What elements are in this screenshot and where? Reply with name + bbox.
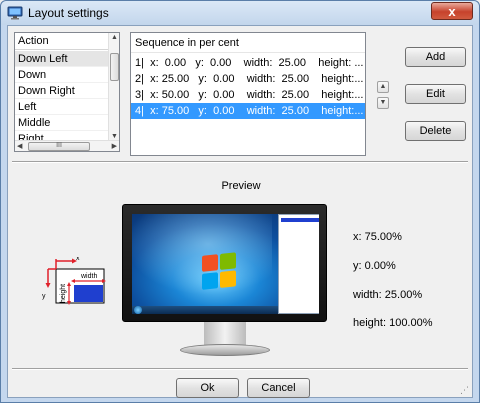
scroll-thumb[interactable]: III [28,142,90,151]
chevron-down-icon[interactable]: ▼ [111,133,118,140]
title-bar: Layout settings x [1,1,479,25]
list-item[interactable]: Left [15,99,110,115]
close-icon: x [448,3,456,19]
chevron-up-icon: ▲ [379,83,387,90]
action-items: Down Left Down Down Right Left Middle Ri… [15,51,110,147]
sequence-list-header: Sequence in per cent [131,33,365,53]
monitor-stand [180,344,270,356]
divider [12,161,468,163]
list-item[interactable]: Down Right [15,83,110,99]
legend-width-label: width [80,273,97,280]
action-list-vertical-scrollbar[interactable]: ▲ ▼ [108,33,119,141]
close-button[interactable]: x [431,2,473,20]
monitor-screen [132,214,319,314]
preview-x-value: x: 75.00% [353,231,402,243]
chevron-left-icon[interactable]: ◀ [17,142,22,150]
sequence-items: 1| x: 0.00 y: 0.00 width: 25.00 height: … [131,55,365,119]
legend-y-label: y [42,293,46,300]
monitor-preview [122,204,327,356]
edit-button[interactable]: Edit [405,84,466,104]
monitor-neck [204,322,246,346]
divider [12,368,468,370]
layout-preview-window [278,214,319,314]
window-app-icon [7,6,23,20]
preview-height-value: height: 100.00% [353,317,433,329]
chevron-right-icon[interactable]: ▶ [112,142,117,150]
list-item[interactable]: 3| x: 50.00 y: 0.00 width: 25.00 height:… [131,87,365,103]
list-item[interactable]: Down Left [15,51,110,67]
legend-x-label: x [76,257,80,262]
cancel-button[interactable]: Cancel [247,378,310,398]
preview-y-value: y: 0.00% [353,260,396,272]
layout-preview-title-bar [281,218,319,222]
add-button[interactable]: Add [405,47,466,67]
preview-label: Preview [221,180,261,192]
action-list-header[interactable]: Action [15,33,110,50]
window-title: Layout settings [28,6,109,20]
preview-width-value: width: 25.00% [353,289,423,301]
list-item[interactable]: 2| x: 25.00 y: 0.00 width: 25.00 height:… [131,71,365,87]
list-item[interactable]: Down [15,67,110,83]
list-item[interactable]: 1| x: 0.00 y: 0.00 width: 25.00 height: … [131,55,365,71]
layout-legend-icon: x y width height [42,257,106,305]
sequence-list[interactable]: Sequence in per cent 1| x: 0.00 y: 0.00 … [130,32,366,156]
resize-grip-icon[interactable]: ⋰ [460,385,470,395]
windows-logo-icon [202,252,238,292]
chevron-down-icon: ▼ [379,99,387,106]
action-list[interactable]: Action Down Left Down Down Right Left Mi… [14,32,120,152]
ok-button[interactable]: Ok [176,378,239,398]
chevron-up-icon[interactable]: ▲ [111,34,118,41]
dialog-body: Action Down Left Down Down Right Left Mi… [7,25,473,398]
scroll-thumb[interactable] [110,53,119,81]
layout-settings-window: Layout settings x Action Down Left Down … [0,0,480,403]
move-down-button[interactable]: ▼ [377,97,389,109]
legend-height-label: height [60,284,67,303]
list-item[interactable]: Middle [15,115,110,131]
monitor-bezel [122,204,327,322]
move-up-button[interactable]: ▲ [377,81,389,93]
action-list-horizontal-scrollbar[interactable]: ◀ III ▶ [15,140,119,151]
delete-button[interactable]: Delete [405,121,466,141]
list-item[interactable]: 4| x: 75.00 y: 0.00 width: 25.00 height:… [131,103,365,119]
start-orb-icon [134,306,142,314]
